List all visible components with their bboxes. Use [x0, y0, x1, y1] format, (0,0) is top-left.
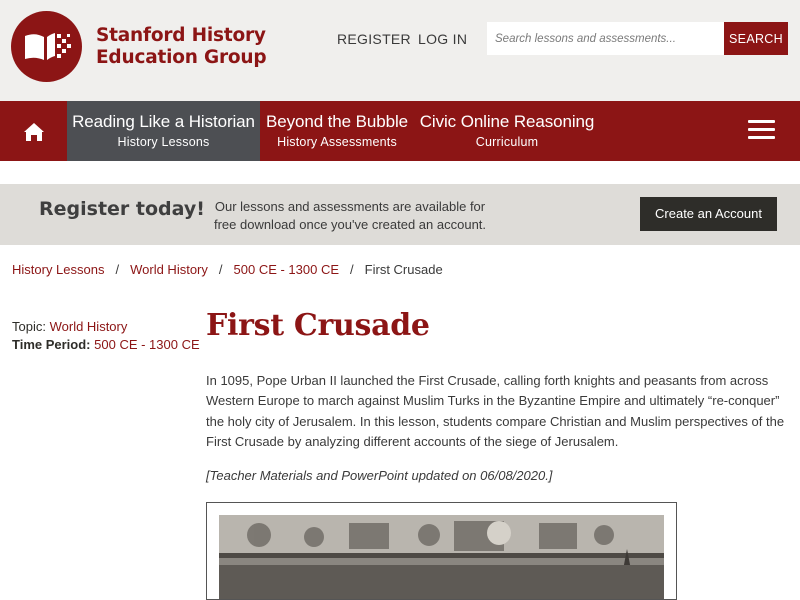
- topic-row: Topic: World History: [12, 318, 200, 336]
- breadcrumb-history-lessons[interactable]: History Lessons: [12, 262, 104, 277]
- nav-item-title: Reading Like a Historian: [72, 112, 255, 131]
- logo-line-1: Stanford History: [96, 25, 266, 46]
- breadcrumb: History Lessons / World History / 500 CE - 1…: [12, 262, 443, 277]
- breadcrumb-separator: /: [218, 262, 223, 277]
- nav-item-subtitle: History Assessments: [277, 135, 397, 149]
- register-link[interactable]: REGISTER: [337, 31, 411, 47]
- register-banner: Register today! Our lessons and assessme…: [0, 184, 800, 245]
- login-link[interactable]: LOG IN: [418, 31, 467, 47]
- nav-reading-like-a-historian[interactable]: Reading Like a Historian History Lessons: [67, 101, 260, 161]
- time-period-link[interactable]: 500 CE - 1300 CE: [94, 337, 200, 352]
- breadcrumb-world-history[interactable]: World History: [130, 262, 208, 277]
- topic-link[interactable]: World History: [50, 319, 128, 334]
- register-title: Register today!: [39, 198, 205, 220]
- time-period-label: Time Period:: [12, 337, 91, 352]
- nav-item-subtitle: History Lessons: [117, 135, 210, 149]
- illustration-graphic: [219, 515, 664, 599]
- home-button[interactable]: [0, 101, 66, 161]
- search-input[interactable]: [487, 22, 725, 55]
- nav-item-title: Civic Online Reasoning: [419, 112, 595, 131]
- topic-label: Topic:: [12, 319, 46, 334]
- nav-item-title: Beyond the Bubble: [266, 112, 408, 131]
- nav-civic-online-reasoning[interactable]: Civic Online Reasoning Curriculum: [414, 101, 600, 161]
- site-header: Stanford History Education Group REGISTE…: [0, 0, 800, 101]
- lesson-image: [206, 502, 677, 600]
- sheg-logo[interactable]: [11, 11, 82, 82]
- book-pixel-logo-icon: [25, 33, 71, 60]
- breadcrumb-separator: /: [350, 262, 354, 277]
- breadcrumb-period[interactable]: 500 CE - 1300 CE: [234, 262, 340, 277]
- search-button[interactable]: SEARCH: [724, 22, 788, 55]
- logo-wordmark[interactable]: Stanford History Education Group: [96, 25, 267, 69]
- breadcrumb-separator: /: [115, 262, 120, 277]
- home-icon: [24, 123, 44, 141]
- hamburger-menu-icon[interactable]: [748, 120, 775, 140]
- time-period-row: Time Period: 500 CE - 1300 CE: [12, 336, 200, 354]
- nav-item-subtitle: Curriculum: [475, 135, 539, 149]
- create-account-button[interactable]: Create an Account: [640, 197, 777, 231]
- page-title: First Crusade: [206, 308, 430, 343]
- historical-illustration: [219, 515, 664, 599]
- lesson-description: In 1095, Pope Urban II launched the Firs…: [206, 373, 785, 449]
- nav-beyond-the-bubble[interactable]: Beyond the Bubble History Assessments: [260, 101, 414, 161]
- update-note: [Teacher Materials and PowerPoint update…: [206, 468, 553, 483]
- register-text: Our lessons and assessments are availabl…: [213, 199, 487, 232]
- lesson-meta: Topic: World History Time Period: 500 CE…: [12, 318, 200, 354]
- main-navigation: Reading Like a Historian History Lessons…: [0, 101, 800, 161]
- logo-line-2: Education Group: [96, 47, 267, 68]
- breadcrumb-current: First Crusade: [364, 262, 443, 277]
